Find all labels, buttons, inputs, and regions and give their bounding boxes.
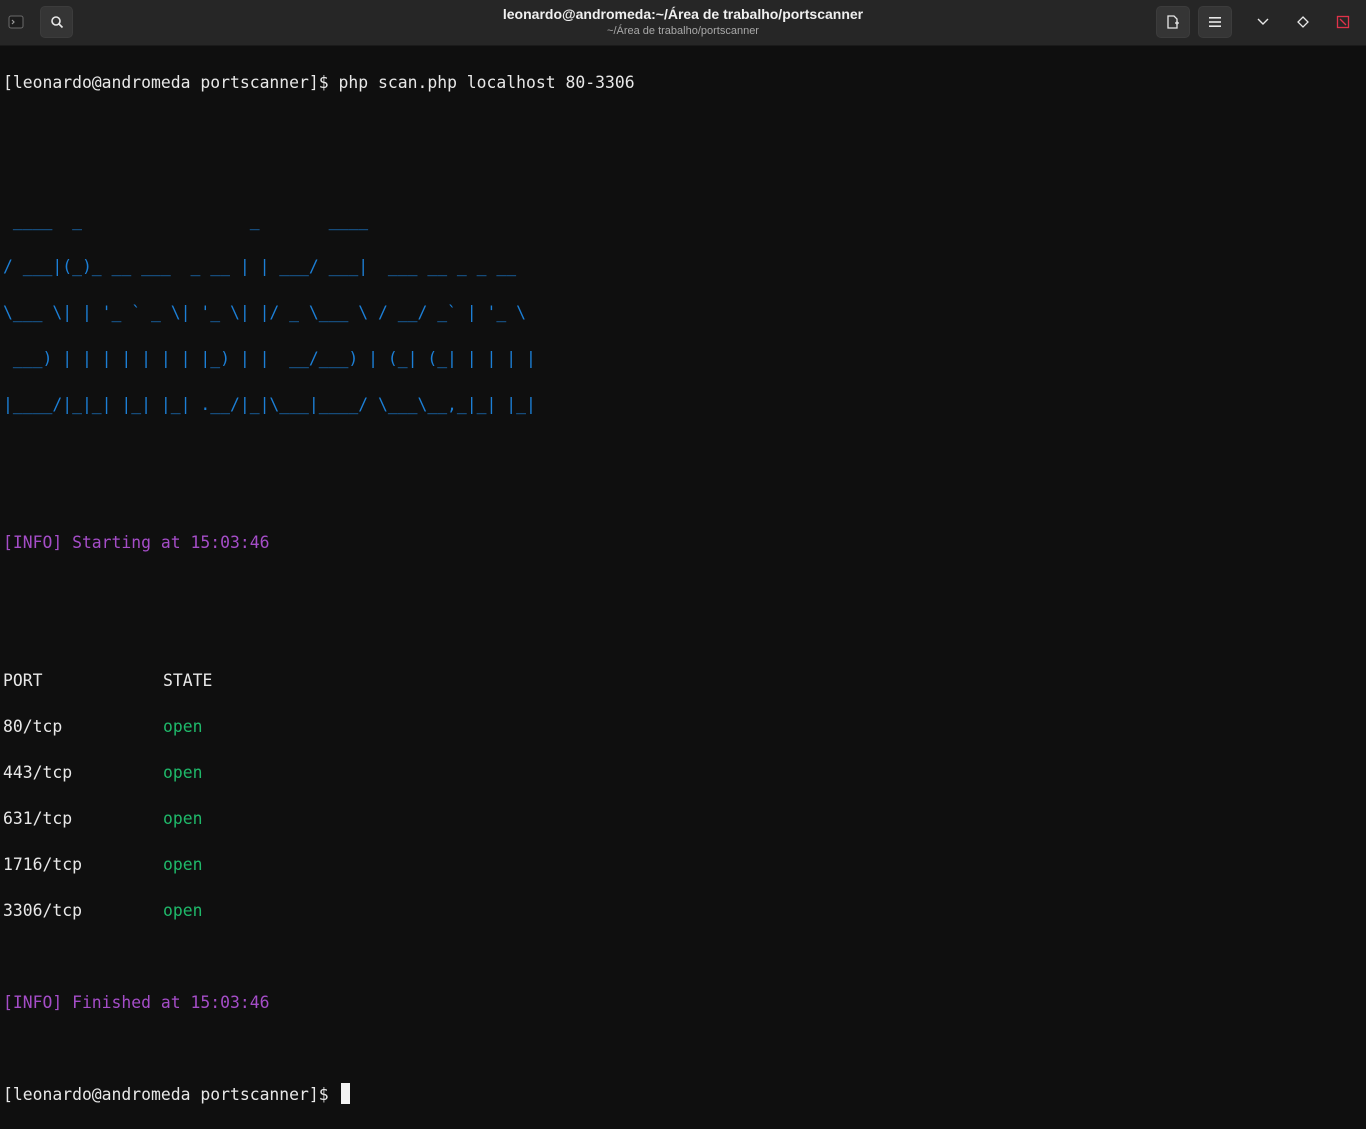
text-cursor (340, 1083, 350, 1104)
banner-line: ____ _ _ ____ (3, 211, 369, 230)
chevron-down-icon (1257, 18, 1269, 25)
shell-prompt: [leonardo@andromeda portscanner]$ (3, 1085, 339, 1104)
diamond-icon (1297, 16, 1309, 28)
port-column-header: PORT (3, 671, 43, 690)
table-row: 443/tcp open (3, 761, 1363, 784)
table-header: PORT STATE (3, 669, 1363, 692)
state-cell: open (163, 809, 203, 828)
banner-line: |____/|_|_| |_| |_| .__/|_|\___|____/ \_… (3, 395, 536, 414)
menu-button[interactable] (1198, 6, 1232, 38)
port-cell: 3306/tcp (3, 901, 82, 920)
port-cell: 80/tcp (3, 717, 63, 736)
close-button[interactable] (1330, 6, 1356, 38)
info-finish-line: [INFO] Finished at 15:03:46 (3, 993, 270, 1012)
banner-line: ___) | | | | | | | |_) | | __/___) | (_|… (3, 349, 536, 368)
table-row: 631/tcp open (3, 807, 1363, 830)
state-cell: open (163, 763, 203, 782)
state-cell: open (163, 901, 203, 920)
banner-line: / ___|(_)_ __ ___ _ __ | | ___/ ___| ___… (3, 257, 517, 276)
table-row: 3306/tcp open (3, 899, 1363, 922)
prompt-line: [leonardo@andromeda portscanner]$ (3, 1083, 1363, 1106)
shell-prompt: [leonardo@andromeda portscanner]$ (3, 73, 339, 92)
close-icon (1336, 15, 1350, 29)
minimize-button[interactable] (1250, 6, 1276, 38)
hamburger-menu-icon (1209, 17, 1221, 27)
window-titlebar: leonardo@andromeda:~/Área de trabalho/po… (0, 0, 1366, 46)
table-row: 80/tcp open (3, 715, 1363, 738)
maximize-button[interactable] (1290, 6, 1316, 38)
port-cell: 443/tcp (3, 763, 73, 782)
new-tab-icon (1167, 15, 1179, 29)
port-cell: 631/tcp (3, 809, 73, 828)
state-cell: open (163, 717, 203, 736)
table-row: 1716/tcp open (3, 853, 1363, 876)
state-column-header: STATE (163, 671, 213, 690)
state-cell: open (163, 855, 203, 874)
new-tab-button[interactable] (1156, 6, 1190, 38)
command-line: [leonardo@andromeda portscanner]$ php sc… (3, 71, 1363, 94)
banner-line: \___ \| | '_ ` _ \| '_ \| |/ _ \___ \ / … (3, 303, 527, 322)
info-start-line: [INFO] Starting at 15:03:46 (3, 533, 270, 552)
command-text: php scan.php localhost 80-3306 (338, 73, 635, 92)
port-cell: 1716/tcp (3, 855, 82, 874)
terminal-output[interactable]: [leonardo@andromeda portscanner]$ php sc… (3, 48, 1363, 1104)
